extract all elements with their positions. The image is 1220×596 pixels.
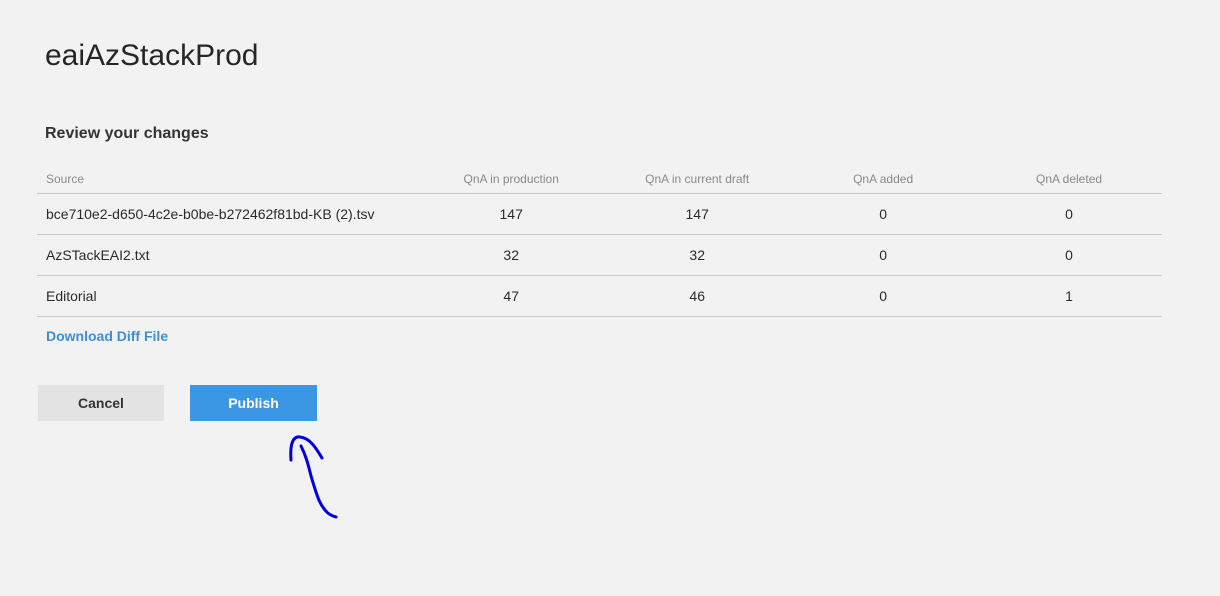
column-header-production: QnA in production: [418, 164, 605, 194]
table-row: bce710e2-d650-4c2e-b0be-b272462f81bd-KB …: [37, 193, 1162, 235]
column-header-added: QnA added: [790, 164, 977, 194]
table-header-row: Source QnA in production QnA in current …: [37, 164, 1162, 194]
source-cell: AzSTackEAI2.txt: [37, 234, 419, 276]
column-header-draft: QnA in current draft: [604, 164, 791, 194]
download-diff-link[interactable]: Download Diff File: [46, 327, 168, 345]
draft-count-cell: 147: [604, 193, 791, 235]
added-count-cell: 0: [790, 193, 977, 235]
table-row: Editorial 47 46 0 1: [37, 275, 1162, 317]
cancel-button[interactable]: Cancel: [38, 385, 164, 421]
source-cell: bce710e2-d650-4c2e-b0be-b272462f81bd-KB …: [37, 193, 419, 235]
production-count-cell: 47: [418, 275, 605, 317]
added-count-cell: 0: [790, 234, 977, 276]
deleted-count-cell: 0: [976, 193, 1162, 235]
arrow-stroke: [289, 435, 338, 519]
source-cell: Editorial: [37, 275, 419, 317]
deleted-count-cell: 1: [976, 275, 1162, 317]
section-title: Review your changes: [45, 125, 209, 142]
added-count-cell: 0: [790, 275, 977, 317]
deleted-count-cell: 0: [976, 234, 1162, 276]
draft-count-cell: 32: [604, 234, 791, 276]
publish-button[interactable]: Publish: [190, 385, 317, 421]
column-header-deleted: QnA deleted: [976, 164, 1162, 194]
column-header-source: Source: [37, 164, 419, 194]
production-count-cell: 147: [418, 193, 605, 235]
hand-drawn-arrow-annotation: [289, 435, 338, 519]
changes-table: Source QnA in production QnA in current …: [37, 164, 1162, 317]
page-title: eaiAzStackProd: [45, 39, 259, 72]
production-count-cell: 32: [418, 234, 605, 276]
publish-review-page: eaiAzStackProd Review your changes Sourc…: [0, 0, 1220, 596]
table-row: AzSTackEAI2.txt 32 32 0 0: [37, 234, 1162, 276]
draft-count-cell: 46: [604, 275, 791, 317]
